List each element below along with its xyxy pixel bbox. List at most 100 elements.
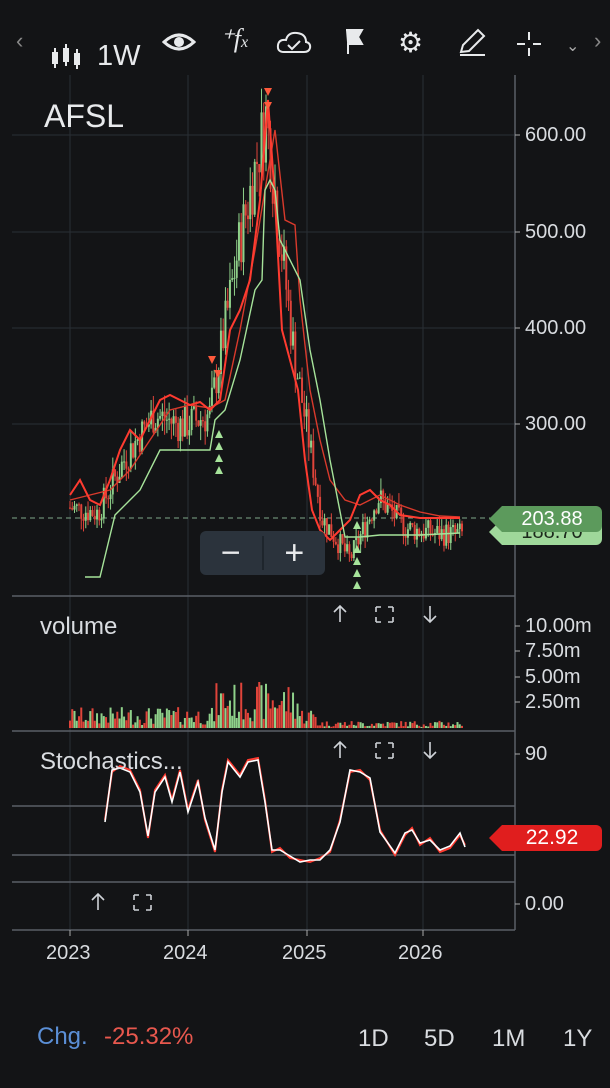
volume-bar bbox=[195, 715, 198, 728]
volume-bar bbox=[364, 726, 367, 728]
volume-bar bbox=[136, 716, 139, 728]
candle-body bbox=[129, 443, 132, 469]
volume-bar bbox=[244, 709, 247, 728]
range-1d-button[interactable]: 1D bbox=[358, 1025, 389, 1053]
volume-bar bbox=[145, 711, 148, 728]
candle-body bbox=[87, 512, 90, 521]
volume-bar bbox=[319, 725, 322, 728]
volume-bar bbox=[283, 692, 286, 728]
candle-body bbox=[319, 496, 322, 521]
volume-bar bbox=[91, 708, 94, 728]
change-label: Chg. bbox=[37, 1023, 88, 1050]
volume-bar bbox=[393, 722, 396, 728]
volume-bar bbox=[325, 721, 328, 728]
candle-body bbox=[222, 330, 225, 349]
chevron-right-icon[interactable]: › bbox=[594, 28, 601, 54]
volume-bar bbox=[188, 717, 191, 728]
volume-bar bbox=[303, 723, 306, 728]
volume-bar bbox=[341, 724, 344, 728]
volume-bar bbox=[461, 725, 463, 728]
zoom-out-button[interactable]: − bbox=[200, 531, 262, 575]
candles-icon[interactable] bbox=[50, 44, 82, 72]
cloud-icon[interactable] bbox=[276, 30, 312, 56]
candle-body bbox=[91, 510, 94, 516]
gear-icon[interactable]: ⚙ bbox=[398, 26, 423, 59]
x-axis-label: 2023 bbox=[46, 942, 91, 964]
candle-body bbox=[456, 529, 459, 533]
zoom-in-button[interactable]: + bbox=[264, 531, 326, 575]
volume-bar bbox=[382, 723, 385, 728]
volume-bar bbox=[129, 710, 132, 728]
range-1m-button[interactable]: 1M bbox=[492, 1025, 525, 1053]
volume-bar bbox=[197, 711, 200, 728]
candle-body bbox=[384, 499, 387, 513]
volume-bar bbox=[143, 723, 146, 728]
stoch-maximize-icon bbox=[375, 742, 394, 759]
volume-bar bbox=[206, 720, 209, 728]
stoch-axis-label: 90 bbox=[525, 743, 548, 765]
volume-bar bbox=[314, 716, 317, 728]
volume-bar bbox=[267, 693, 270, 728]
fx-icon[interactable]: ⁺fx bbox=[220, 24, 248, 54]
candle-body bbox=[330, 524, 333, 537]
eye-icon[interactable] bbox=[162, 30, 196, 54]
volume-bar bbox=[330, 726, 333, 728]
range-1y-button[interactable]: 1Y bbox=[563, 1025, 592, 1053]
interval-button[interactable]: 1W bbox=[97, 40, 141, 73]
volume-bar bbox=[258, 682, 261, 728]
candle-body bbox=[226, 300, 229, 308]
candle-body bbox=[93, 515, 96, 520]
flag-icon[interactable] bbox=[342, 28, 366, 56]
volume-bar bbox=[352, 724, 355, 728]
volume-bar bbox=[305, 720, 308, 728]
volume-bar bbox=[251, 721, 254, 728]
volume-bar bbox=[321, 722, 324, 728]
candle-body bbox=[206, 414, 209, 432]
candle-body bbox=[346, 544, 349, 552]
range-5d-button[interactable]: 5D bbox=[424, 1025, 455, 1053]
last-price-tag: 203.88 bbox=[489, 506, 602, 532]
crosshair-icon[interactable] bbox=[515, 30, 543, 58]
price-axis-label: 600.00 bbox=[525, 124, 587, 146]
volume-bar bbox=[456, 722, 459, 728]
volume-bar bbox=[406, 726, 409, 728]
candle-body bbox=[461, 523, 463, 532]
candle-body bbox=[424, 527, 427, 539]
volume-bar bbox=[429, 722, 432, 728]
candle-body bbox=[249, 185, 252, 220]
candle-body bbox=[325, 518, 328, 535]
stochastics-label: Stochastics... bbox=[40, 748, 183, 775]
volume-bar bbox=[237, 711, 240, 728]
volume-bar bbox=[163, 717, 166, 728]
candle-body bbox=[181, 418, 184, 437]
candle-body bbox=[165, 419, 168, 421]
candle-body bbox=[125, 461, 128, 469]
candle-body bbox=[341, 534, 344, 544]
candle-body bbox=[436, 525, 439, 534]
volume-bar bbox=[431, 725, 434, 728]
candle-body bbox=[445, 524, 448, 546]
volume-bar bbox=[152, 723, 155, 728]
pencil-icon[interactable] bbox=[457, 28, 487, 56]
volume-bar bbox=[402, 726, 405, 728]
candle-body bbox=[361, 522, 364, 535]
volume-bar bbox=[359, 722, 362, 728]
candle-body bbox=[359, 534, 362, 545]
chevron-left-icon[interactable]: ‹ bbox=[16, 28, 23, 54]
volume-bar bbox=[132, 724, 135, 728]
chevron-down-icon[interactable]: ⌄ bbox=[566, 36, 579, 56]
candle-body bbox=[458, 523, 461, 530]
volume-bar bbox=[413, 721, 416, 728]
volume-bar bbox=[201, 724, 204, 728]
candle-body bbox=[402, 515, 405, 536]
volume-bar bbox=[219, 693, 222, 728]
volume-bar bbox=[361, 723, 364, 728]
volume-bar bbox=[355, 725, 358, 728]
candle-body bbox=[228, 279, 231, 308]
volume-bar bbox=[285, 711, 288, 728]
move-up-icon bbox=[333, 604, 347, 622]
volume-bar bbox=[107, 722, 110, 728]
volume-bar bbox=[181, 724, 184, 728]
candle-body bbox=[240, 222, 243, 263]
volume-bar bbox=[294, 718, 297, 728]
